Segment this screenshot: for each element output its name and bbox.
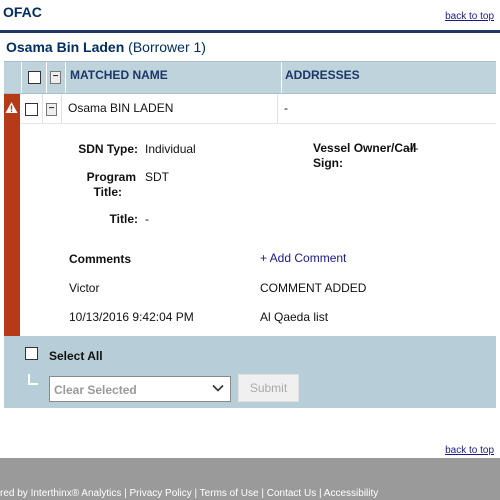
program-title-label-line1: Program — [86, 170, 136, 184]
column-matched-name[interactable]: MATCHED NAME — [70, 68, 168, 82]
matched-name-cell: Osama BIN LADEN — [68, 101, 174, 115]
table-header: − MATCHED NAME ADDRESSES — [4, 61, 496, 94]
page-title: OFAC — [3, 4, 42, 20]
sdn-type-label: SDN Type: — [78, 142, 138, 156]
dropdown-selected-value: Clear Selected — [54, 383, 137, 397]
back-to-top-link-bottom[interactable]: back to top — [445, 445, 494, 456]
back-to-top-link[interactable]: back to top — [445, 11, 494, 22]
program-title-label: Program — [50, 170, 136, 185]
ofac-header: OFAC back to top — [0, 0, 500, 34]
vessel-owner-label: Vessel Owner/Call — [313, 141, 417, 155]
vessel-owner-label-line2: Sign: — [313, 156, 343, 170]
title-value: - — [145, 212, 149, 226]
borrower-name: Osama Bin Laden — [6, 39, 125, 55]
comment-status: COMMENT ADDED — [260, 281, 367, 295]
borrower-heading: Osama Bin Laden (Borrower 1) — [6, 39, 206, 55]
program-title-label-line2: Title: — [93, 185, 122, 199]
table-row: − Osama BIN LADEN - — [20, 94, 496, 124]
header-checkbox[interactable] — [28, 71, 41, 84]
collapse-row-button[interactable]: − — [46, 103, 57, 116]
column-addresses[interactable]: ADDRESSES — [285, 68, 360, 82]
select-all-checkbox[interactable] — [25, 347, 38, 360]
header-checkbox-cell — [22, 62, 47, 93]
sdn-type-value: Individual — [145, 142, 196, 156]
row-divider — [277, 94, 278, 123]
footer-links[interactable]: red by Interthinx® Analytics | Privacy P… — [0, 488, 378, 499]
title-label: Title: — [109, 212, 138, 226]
row-divider — [61, 94, 62, 123]
comment-author: Victor — [69, 281, 100, 295]
submit-button[interactable]: Submit — [238, 374, 299, 402]
program-title-value: SDT — [145, 170, 169, 184]
action-dropdown[interactable]: Clear Selected — [49, 376, 231, 402]
comment-text: Al Qaeda list — [260, 310, 329, 324]
comments-heading: Comments — [69, 252, 132, 266]
warning-icon — [5, 101, 18, 117]
header-collapse-cell: − — [47, 62, 66, 93]
collapse-all-button[interactable]: − — [50, 71, 61, 84]
add-comment-link[interactable]: + Add Comment — [260, 251, 346, 265]
address-cell: - — [284, 101, 288, 115]
header-divider — [0, 30, 500, 33]
borrower-role: (Borrower 1) — [128, 39, 206, 55]
header-alert-cell — [4, 62, 22, 93]
indent-corner-icon — [28, 374, 38, 385]
chevron-down-icon — [211, 381, 225, 398]
header-name-cell: MATCHED NAME — [66, 62, 282, 93]
alert-bar — [4, 94, 20, 336]
select-all-label[interactable]: Select All — [49, 349, 103, 363]
row-checkbox[interactable] — [25, 103, 38, 116]
vessel-owner-value: -/- — [407, 141, 419, 155]
comment-timestamp: 10/13/2016 9:42:04 PM — [69, 310, 194, 324]
row-divider — [42, 94, 43, 123]
